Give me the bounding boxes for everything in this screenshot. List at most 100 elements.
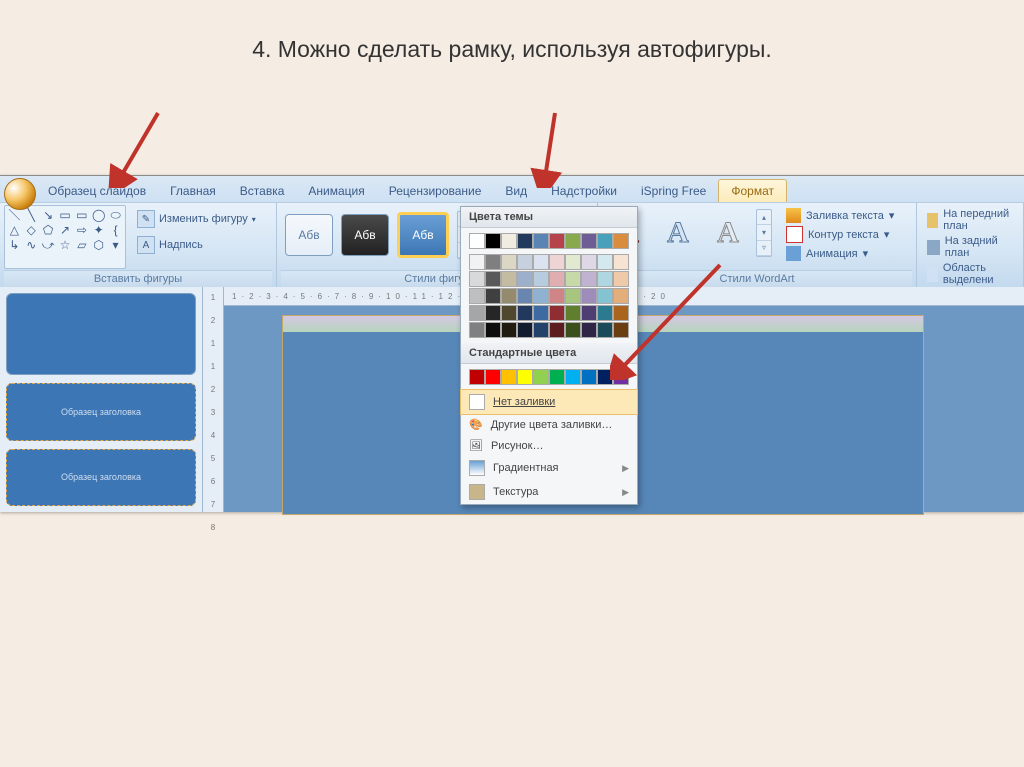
color-swatch[interactable]: [565, 322, 581, 338]
color-swatch[interactable]: [549, 305, 565, 321]
color-swatch[interactable]: [533, 271, 549, 287]
wordart-gallery-scroll[interactable]: ▴▾▿: [756, 209, 772, 257]
tab-home[interactable]: Главная: [158, 180, 228, 202]
color-swatch[interactable]: [549, 288, 565, 304]
color-swatch[interactable]: [581, 305, 597, 321]
color-swatch[interactable]: [501, 271, 517, 287]
shapes-gallery[interactable]: ＼╲↘▭▭◯⬭ △◇⬠↗⇨✦{ ↳∿⤻☆▱⬡▾: [4, 205, 126, 269]
selection-pane-icon: [927, 267, 938, 282]
tab-animation[interactable]: Анимация: [296, 180, 376, 202]
color-swatch[interactable]: [549, 322, 565, 338]
color-swatch[interactable]: [533, 254, 549, 270]
wordart-style-2[interactable]: А: [656, 212, 700, 254]
animation-icon: [786, 246, 801, 261]
color-swatch[interactable]: [501, 369, 517, 385]
color-swatch[interactable]: [469, 271, 485, 287]
annotation-arrow-popup: [610, 260, 730, 380]
annotation-arrow-left: [108, 108, 168, 188]
color-swatch[interactable]: [565, 271, 581, 287]
slide-thumbnails-pane[interactable]: [0, 287, 203, 512]
color-swatch[interactable]: [549, 233, 565, 249]
color-swatch[interactable]: [565, 254, 581, 270]
color-swatch[interactable]: [581, 271, 597, 287]
color-swatch[interactable]: [549, 369, 565, 385]
color-swatch[interactable]: [469, 322, 485, 338]
no-fill-option[interactable]: Нет заливки: [460, 389, 638, 415]
thumbnail-1[interactable]: [6, 293, 196, 375]
tab-insert[interactable]: Вставка: [228, 180, 297, 202]
text-box-button[interactable]: AНадпись: [130, 233, 263, 257]
color-swatch[interactable]: [501, 305, 517, 321]
color-swatch[interactable]: [517, 254, 533, 270]
color-swatch[interactable]: [581, 369, 597, 385]
color-swatch[interactable]: [533, 305, 549, 321]
color-swatch[interactable]: [469, 305, 485, 321]
text-outline-button[interactable]: Контур текста ▾: [780, 225, 900, 244]
color-swatch[interactable]: [517, 369, 533, 385]
office-button[interactable]: [4, 178, 36, 210]
color-swatch[interactable]: [469, 254, 485, 270]
color-swatch[interactable]: [597, 233, 613, 249]
tab-format[interactable]: Формат: [718, 179, 787, 202]
edit-shape-button[interactable]: ✎Изменить фигуру ▾: [130, 207, 263, 231]
color-swatch[interactable]: [533, 288, 549, 304]
shape-style-2[interactable]: Абв: [341, 214, 389, 256]
submenu-arrow-icon: ▶: [622, 463, 629, 474]
color-swatch[interactable]: [501, 233, 517, 249]
thumbnail-2[interactable]: [6, 383, 196, 440]
color-swatch[interactable]: [565, 305, 581, 321]
text-fill-icon: [786, 208, 801, 223]
wordart-style-3[interactable]: А: [706, 212, 750, 254]
tab-ispring[interactable]: iSpring Free: [629, 180, 718, 202]
color-swatch[interactable]: [533, 322, 549, 338]
color-swatch[interactable]: [485, 271, 501, 287]
more-fill-colors-option[interactable]: 🎨Другие цвета заливки…: [461, 414, 637, 435]
color-swatch[interactable]: [501, 288, 517, 304]
texture-icon: [469, 484, 485, 500]
color-swatch[interactable]: [565, 369, 581, 385]
color-swatch[interactable]: [469, 369, 485, 385]
submenu-arrow-icon: ▶: [622, 487, 629, 498]
color-swatch[interactable]: [581, 288, 597, 304]
texture-fill-option[interactable]: Текстура▶: [461, 480, 637, 504]
color-swatch[interactable]: [485, 369, 501, 385]
bring-front-icon: [927, 213, 938, 228]
color-swatch[interactable]: [517, 322, 533, 338]
selection-pane-button[interactable]: Область выделени: [921, 261, 1019, 287]
color-swatch[interactable]: [469, 233, 485, 249]
color-swatch[interactable]: [533, 233, 549, 249]
picture-fill-option[interactable]: 🖼Рисунок…: [461, 435, 637, 456]
bring-to-front-button[interactable]: На передний план: [921, 207, 1019, 233]
shape-style-3[interactable]: Абв: [397, 212, 449, 258]
color-swatch[interactable]: [485, 322, 501, 338]
text-animation-button[interactable]: Анимация ▾: [780, 245, 900, 262]
color-swatch[interactable]: [533, 369, 549, 385]
color-swatch[interactable]: [469, 288, 485, 304]
shape-style-1[interactable]: Абв: [285, 214, 333, 256]
color-swatch[interactable]: [549, 271, 565, 287]
color-swatch[interactable]: [565, 288, 581, 304]
color-swatch[interactable]: [485, 288, 501, 304]
thumbnail-3[interactable]: [6, 449, 196, 506]
color-swatch[interactable]: [581, 322, 597, 338]
shape-style-gallery[interactable]: Абв Абв Абв ▴▾▿: [281, 205, 477, 265]
text-fill-button[interactable]: Заливка текста ▾: [780, 207, 900, 224]
color-swatch[interactable]: [517, 233, 533, 249]
gradient-fill-option[interactable]: Градиентная▶: [461, 456, 637, 480]
color-swatch[interactable]: [501, 322, 517, 338]
color-swatch[interactable]: [517, 271, 533, 287]
color-swatch[interactable]: [517, 288, 533, 304]
color-swatch[interactable]: [501, 254, 517, 270]
color-swatch[interactable]: [581, 254, 597, 270]
color-swatch[interactable]: [485, 233, 501, 249]
tab-review[interactable]: Рецензирование: [377, 180, 494, 202]
color-swatch[interactable]: [517, 305, 533, 321]
color-swatch[interactable]: [485, 254, 501, 270]
color-swatch[interactable]: [613, 233, 629, 249]
color-swatch[interactable]: [549, 254, 565, 270]
color-swatch[interactable]: [485, 305, 501, 321]
color-swatch[interactable]: [581, 233, 597, 249]
text-outline-icon: [786, 226, 803, 243]
send-to-back-button[interactable]: На задний план: [921, 234, 1019, 260]
color-swatch[interactable]: [565, 233, 581, 249]
